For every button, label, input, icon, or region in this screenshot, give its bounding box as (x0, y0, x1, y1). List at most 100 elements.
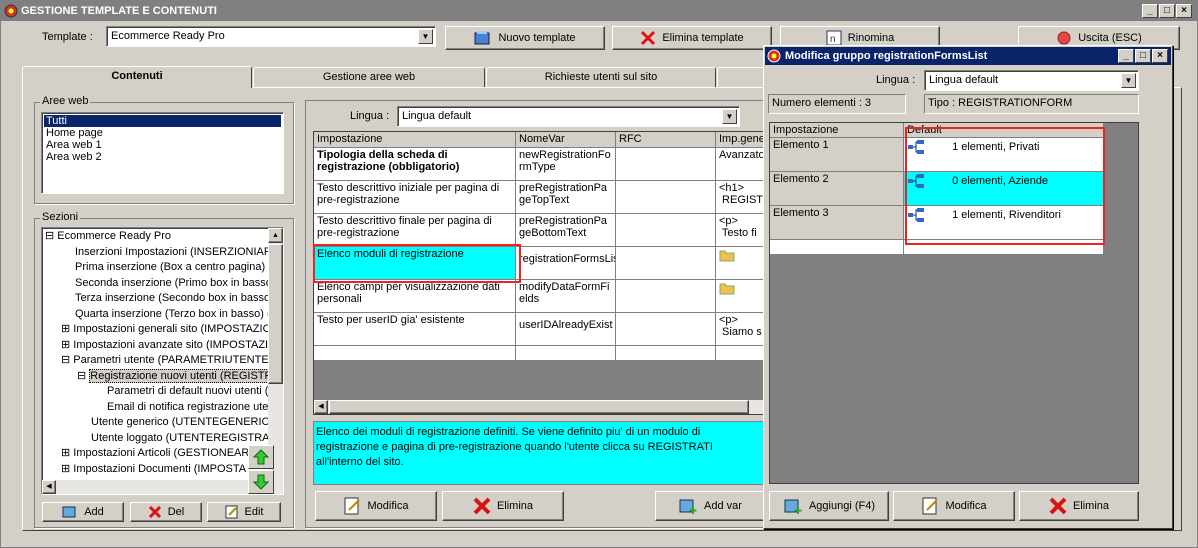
grid-cell[interactable] (616, 181, 716, 214)
add-var-button[interactable]: Add var (655, 491, 765, 521)
grid-cell[interactable] (616, 148, 716, 181)
folder-icon[interactable] (719, 248, 735, 262)
grid-cell[interactable]: preRegistrationPageTopText (516, 181, 616, 214)
scroll-thumb[interactable] (268, 244, 283, 384)
description-box: Elenco dei moduli di registrazione defin… (313, 421, 765, 485)
rename-icon: n (826, 30, 842, 46)
scroll-left-icon[interactable]: ◀ (314, 400, 328, 414)
tree-node[interactable]: ⊟ Ecommerce Ready Pro (45, 229, 267, 245)
grid-cell[interactable]: Tipologia della scheda di registrazione … (314, 148, 516, 181)
grid-cell[interactable]: Avanzato (716, 148, 766, 181)
grid-cell[interactable] (716, 346, 766, 361)
template-select[interactable]: Ecommerce Ready Pro ▼ (106, 26, 436, 47)
grid-hscrollbar[interactable]: ◀ (314, 400, 766, 414)
dialog-lingua-label: Lingua : (876, 74, 916, 86)
edit-section-button[interactable]: Edit (207, 502, 281, 522)
chevron-down-icon: ▼ (722, 109, 737, 124)
dialog-modifica-button[interactable]: Modifica (893, 491, 1015, 521)
grid-cell[interactable]: <p> Siamo s (716, 313, 766, 346)
grid-cell[interactable]: Elemento 3 (770, 206, 904, 240)
tree-node[interactable]: Utente loggato (UTENTEREGISTRA (45, 431, 270, 447)
modifica-button[interactable]: Modifica (315, 491, 437, 521)
num-elementi-label: Numero elementi : 3 (768, 94, 906, 114)
del-section-button[interactable]: Del (130, 502, 202, 522)
grid-cell[interactable]: <h1> REGIST (716, 181, 766, 214)
grid-cell[interactable] (616, 280, 716, 313)
dialog-lingua-select[interactable]: Lingua default ▼ (924, 70, 1139, 91)
list-item[interactable]: Home page (44, 127, 281, 139)
list-item[interactable]: Area web 1 (44, 139, 281, 151)
grid-cell[interactable]: <p> Testo fi (716, 214, 766, 247)
add-section-button[interactable]: Add (42, 502, 124, 522)
tree-node[interactable]: ⊞ Impostazioni Articoli (GESTIONEAR (45, 446, 267, 462)
tab-richieste-utenti[interactable]: Richieste utenti sul sito (486, 67, 716, 87)
delete-template-button[interactable]: Elimina template (612, 26, 772, 50)
grid-cell[interactable] (616, 313, 716, 346)
grid-cell[interactable]: Elemento 1 (770, 138, 904, 172)
dialog-elimina-button[interactable]: Elimina (1019, 491, 1139, 521)
grid-cell[interactable]: registrationFormsLis (516, 247, 616, 280)
scroll-left-icon[interactable]: ◀ (42, 480, 56, 494)
scroll-thumb[interactable] (329, 400, 749, 414)
close-button[interactable]: × (1176, 4, 1192, 18)
grid-cell[interactable] (516, 346, 616, 361)
tab-gestione-aree-web[interactable]: Gestione aree web (253, 67, 485, 87)
tree-node[interactable]: Parametri di default nuovi utenti (P (45, 384, 276, 400)
grid-cell[interactable] (314, 346, 516, 361)
minimize-button[interactable]: _ (1142, 4, 1158, 18)
grid-cell[interactable]: Testo descrittivo iniziale per pagina di… (314, 181, 516, 214)
collapse-icon[interactable]: ⊟ (77, 370, 86, 382)
tree-node[interactable]: Prima inserzione (Box a centro pagina) (… (45, 260, 278, 276)
folder-icon[interactable] (719, 281, 735, 295)
collapse-icon[interactable]: ⊟ (45, 230, 54, 242)
dialog-maximize-button[interactable]: □ (1135, 49, 1151, 63)
grid-cell[interactable] (616, 247, 716, 280)
grid-cell[interactable] (770, 240, 904, 255)
tree-hscrollbar[interactable]: ◀ (42, 480, 268, 494)
aggiungi-button[interactable]: Aggiungi (F4) (769, 491, 889, 521)
move-up-button[interactable] (248, 445, 274, 469)
list-item[interactable]: Area web 2 (44, 151, 281, 163)
svg-text:n: n (830, 34, 836, 45)
tree-node[interactable]: ⊞ Impostazioni Documenti (IMPOSTA (45, 462, 267, 478)
grid-cell[interactable] (716, 280, 766, 313)
grid-cell[interactable] (716, 247, 766, 280)
grid-cell[interactable]: modifyDataFormFields (516, 280, 616, 313)
tree-node[interactable]: Email di notifica registrazione utent (45, 400, 278, 416)
lingua-select[interactable]: Lingua default ▼ (397, 106, 740, 127)
expand-icon[interactable]: ⊞ (61, 447, 70, 459)
grid-cell[interactable]: userIDAlreadyExist (516, 313, 616, 346)
collapse-icon[interactable]: ⊟ (61, 354, 70, 366)
maximize-button[interactable]: □ (1159, 4, 1175, 18)
expand-icon[interactable]: ⊞ (61, 339, 70, 351)
tree-node[interactable]: ⊞ Impostazioni avanzate sito (IMPOSTAZIO (45, 338, 277, 354)
scroll-up-icon[interactable]: ▲ (268, 228, 283, 243)
move-down-button[interactable] (248, 470, 274, 494)
tab-contenuti[interactable]: Contenuti (22, 66, 252, 88)
tree-node[interactable]: Inserzioni Impostazioni (INSERZIONIART (45, 245, 278, 261)
grid-cell[interactable] (616, 214, 716, 247)
grid-cell[interactable]: Testo per userID gia' esistente (314, 313, 516, 346)
edit-icon (922, 497, 938, 515)
list-item[interactable]: Tutti (44, 115, 281, 127)
tree-node[interactable]: ⊟ Parametri utente (PARAMETRIUTENTE (45, 353, 269, 369)
dialog-minimize-button[interactable]: _ (1118, 49, 1134, 63)
grid-cell[interactable]: newRegistrationFormType (516, 148, 616, 181)
tree-node-selected[interactable]: ⊟ Registrazione nuovi utenti (REGISTR (45, 368, 274, 385)
aree-web-list[interactable]: Tutti Home page Area web 1 Area web 2 (41, 112, 284, 194)
tree-node[interactable]: ⊞ Impostazioni generali sito (IMPOSTAZIO (45, 322, 271, 338)
dialog-close-button[interactable]: × (1152, 49, 1168, 63)
tree-node[interactable]: Seconda inserzione (Primo box in basso) (45, 276, 276, 292)
tree-node[interactable]: Terza inserzione (Secondo box in basso) (45, 291, 274, 307)
tree-node[interactable]: Quarta inserzione (Terzo box in basso) (… (45, 307, 274, 323)
expand-icon[interactable]: ⊞ (61, 463, 70, 475)
tree-node[interactable]: Utente generico (UTENTEGENERICO (45, 415, 278, 431)
elimina-button[interactable]: Elimina (442, 491, 564, 521)
grid-cell[interactable]: Elenco campi per visualizzazione dati pe… (314, 280, 516, 313)
grid-cell[interactable]: Testo descrittivo finale per pagina di p… (314, 214, 516, 247)
grid-cell[interactable] (616, 346, 716, 361)
new-template-button[interactable]: Nuovo template (445, 26, 605, 50)
expand-icon[interactable]: ⊞ (61, 323, 70, 335)
grid-cell[interactable]: preRegistrationPageBottomText (516, 214, 616, 247)
grid-cell[interactable]: Elemento 2 (770, 172, 904, 206)
